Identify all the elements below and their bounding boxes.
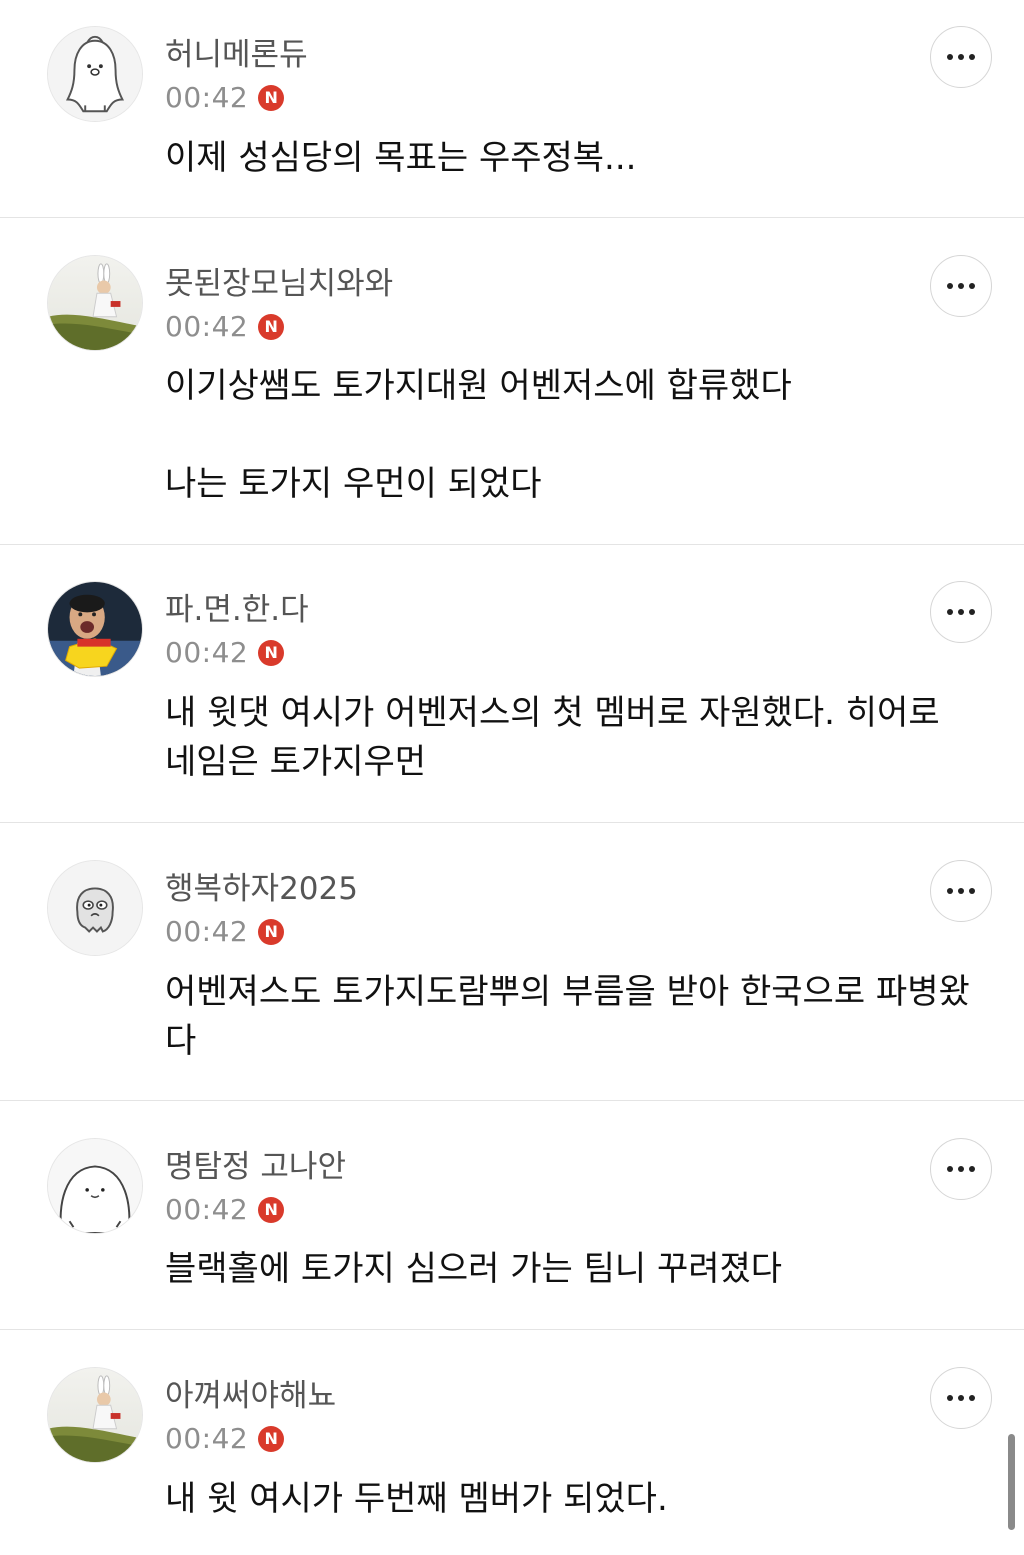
comment-item: 못된장모님치와와 00:42 N 이기상쌤도 토가지대원 어벤저스에 합류했다 … [0,218,1024,545]
more-options-icon [947,609,975,615]
more-options-icon [947,1395,975,1401]
shouting-man-photo-avatar[interactable] [47,581,143,677]
comment-meta: 00:42 N [165,310,285,344]
comment-time: 00:42 [165,1422,249,1455]
comment-meta: 00:42 N [165,81,285,115]
more-options-button[interactable] [930,1138,992,1200]
comment-text: 어벤져스도 토가지도람뿌의 부름을 받아 한국으로 파병왔다 [165,972,970,1061]
bunny-costume-photo-avatar[interactable] [47,1367,143,1463]
ghost-avatar[interactable] [47,860,143,956]
more-options-icon [947,888,975,894]
more-options-icon [947,54,975,60]
penguin-avatar[interactable] [47,26,143,122]
seal-avatar[interactable] [47,1138,143,1234]
comment-list: 허니메론듀 00:42 N 이제 성심당의 목표는 우주정복... 못된장모님치… [0,0,1024,1555]
comment-nickname[interactable]: 아껴써야해뇨 [165,1378,336,1414]
comment-text: 이제 성심당의 목표는 우주정복... [165,138,637,178]
comment-nickname[interactable]: 허니메론듀 [165,37,308,73]
comment-item: 허니메론듀 00:42 N 이제 성심당의 목표는 우주정복... [0,0,1024,218]
comment-item: 파.면.한.다 00:42 N 내 윗댓 여시가 어벤저스의 첫 멤버로 자원했… [0,545,1024,823]
new-badge-icon: N [258,85,285,111]
more-options-button[interactable] [930,581,992,643]
comment-item: 아껴써야해뇨 00:42 N 내 윗 여시가 두번째 멤버가 되었다. [0,1330,1024,1555]
new-badge-icon: N [258,1197,285,1223]
scrollbar-thumb[interactable] [1008,1434,1015,1530]
new-badge-icon: N [258,640,285,666]
comment-nickname[interactable]: 파.면.한.다 [165,592,309,628]
comment-nickname[interactable]: 못된장모님치와와 [165,266,393,302]
more-options-icon [947,283,975,289]
comment-text: 내 윗 여시가 두번째 멤버가 되었다. [165,1479,668,1519]
more-options-button[interactable] [930,255,992,317]
comment-meta: 00:42 N [165,1422,285,1456]
comment-text: 내 윗댓 여시가 어벤저스의 첫 멤버로 자원했다. 히어로 네임은 토가지우먼 [165,693,951,782]
new-badge-icon: N [258,919,285,945]
more-options-icon [947,1166,975,1172]
comment-item: 행복하자2025 00:42 N 어벤져스도 토가지도람뿌의 부름을 받아 한국… [0,823,1024,1101]
comment-meta: 00:42 N [165,915,285,949]
comment-time: 00:42 [165,310,249,343]
more-options-button[interactable] [930,860,992,922]
comment-time: 00:42 [165,81,249,114]
more-options-button[interactable] [930,26,992,88]
comment-text: 블랙홀에 토가지 심으러 가는 팀니 꾸려졌다 [165,1249,783,1289]
comment-nickname[interactable]: 행복하자2025 [165,871,358,907]
comment-meta: 00:42 N [165,1193,285,1227]
comment-time: 00:42 [165,636,249,669]
comment-text: 이기상쌤도 토가지대원 어벤저스에 합류했다 나는 토가지 우먼이 되었다 [165,366,792,504]
comment-nickname[interactable]: 명탐정 고나안 [165,1149,346,1185]
comment-time: 00:42 [165,1193,249,1226]
new-badge-icon: N [258,1426,285,1452]
comment-meta: 00:42 N [165,636,285,670]
comment-item: 명탐정 고나안 00:42 N 블랙홀에 토가지 심으러 가는 팀니 꾸려졌다 [0,1101,1024,1330]
comment-time: 00:42 [165,915,249,948]
more-options-button[interactable] [930,1367,992,1429]
bunny-costume-photo-avatar[interactable] [47,255,143,351]
new-badge-icon: N [258,314,285,340]
